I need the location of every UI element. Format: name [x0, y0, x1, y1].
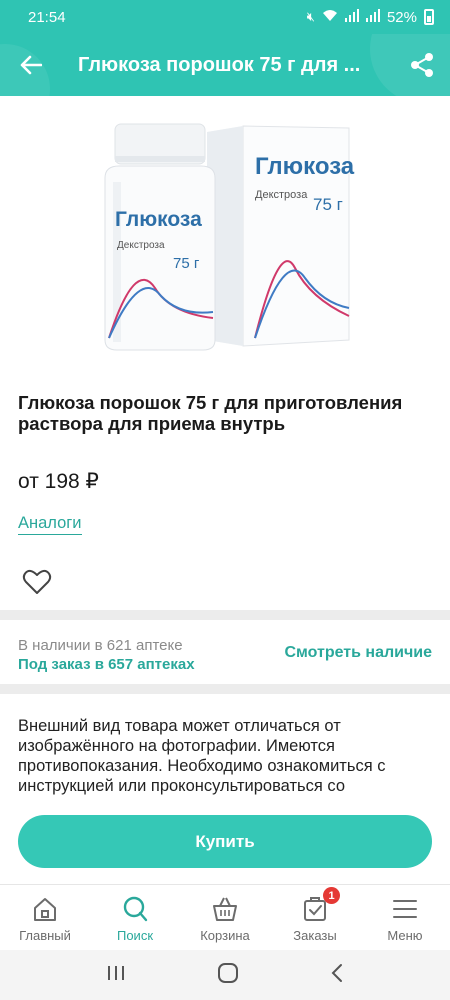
- bottom-nav: Главный Поиск Корзина 1 Заказы Меню: [0, 884, 450, 950]
- product-photo: Глюкоза Декстроза 75 г Глюкоза Декстроза…: [104, 123, 355, 351]
- nav-label-orders: Заказы: [293, 928, 337, 943]
- recent-apps-icon[interactable]: [106, 964, 126, 987]
- share-button[interactable]: [394, 34, 450, 96]
- basket-icon: [213, 897, 237, 921]
- product-title: Глюкоза порошок 75 г для приготовления р…: [18, 392, 403, 434]
- divider: [0, 610, 450, 620]
- box-subtitle: Декстроза: [255, 189, 308, 201]
- mute-icon: 🔇︎: [306, 9, 315, 24]
- home-icon: [34, 898, 56, 921]
- home-button-icon[interactable]: [217, 962, 239, 989]
- bottle-brand: Глюкоза: [115, 208, 202, 231]
- divider: [0, 684, 450, 694]
- nav-label-search: Поиск: [116, 928, 154, 943]
- search-icon: [123, 896, 148, 922]
- battery-text: 52%: [386, 8, 417, 26]
- status-icons: 🔇︎ 52%: [307, 9, 434, 26]
- battery-icon: [424, 9, 434, 25]
- box-dose: 75 г: [313, 195, 343, 214]
- back-button[interactable]: [0, 34, 62, 96]
- page-title: Глюкоза порошок 75 г для ...: [78, 53, 361, 76]
- product-price: от 198 ₽: [18, 470, 99, 493]
- nav-label-menu: Меню: [387, 928, 423, 943]
- menu-icon: [393, 900, 417, 918]
- analogs-link[interactable]: Аналоги: [18, 514, 82, 535]
- stock-on-order: Под заказ в 657 аптеках: [18, 656, 195, 673]
- app-bar: Глюкоза порошок 75 г для ...: [0, 34, 450, 96]
- nav-item-orders[interactable]: 1 Заказы: [270, 885, 360, 950]
- arrow-left-icon: [20, 55, 42, 75]
- signal-icon: [344, 9, 359, 25]
- box-brand: Глюкоза: [255, 153, 355, 180]
- status-time: 21:54: [28, 8, 66, 26]
- disclaimer-text: Внешний вид товара может отличаться от и…: [18, 717, 386, 795]
- nav-item-menu[interactable]: Меню: [360, 885, 450, 950]
- system-nav-bar: [0, 950, 450, 1000]
- favorite-button[interactable]: [22, 568, 52, 596]
- back-nav-icon[interactable]: [330, 963, 344, 988]
- product-image[interactable]: Глюкоза Декстроза 75 г Глюкоза Декстроза…: [95, 118, 355, 358]
- check-availability-link[interactable]: Смотреть наличие: [284, 644, 432, 662]
- buy-button[interactable]: Купить: [18, 815, 432, 868]
- signal-icon-2: [365, 9, 380, 25]
- share-icon: [411, 53, 433, 77]
- bottle-dose: 75 г: [173, 255, 200, 272]
- orders-badge: 1: [323, 887, 340, 904]
- nav-label-home: Главный: [19, 928, 71, 943]
- nav-item-search[interactable]: Поиск: [90, 885, 180, 950]
- stock-in-pharmacies: В наличии в 621 аптеке: [18, 637, 183, 654]
- heart-icon: [22, 569, 52, 594]
- nav-item-cart[interactable]: Корзина: [180, 885, 270, 950]
- wifi-icon: [322, 9, 338, 25]
- nav-label-cart: Корзина: [200, 928, 250, 943]
- bottle-subtitle: Декстроза: [117, 240, 165, 251]
- status-bar: 21:54 🔇︎ 52%: [0, 0, 450, 34]
- nav-item-home[interactable]: Главный: [0, 885, 90, 950]
